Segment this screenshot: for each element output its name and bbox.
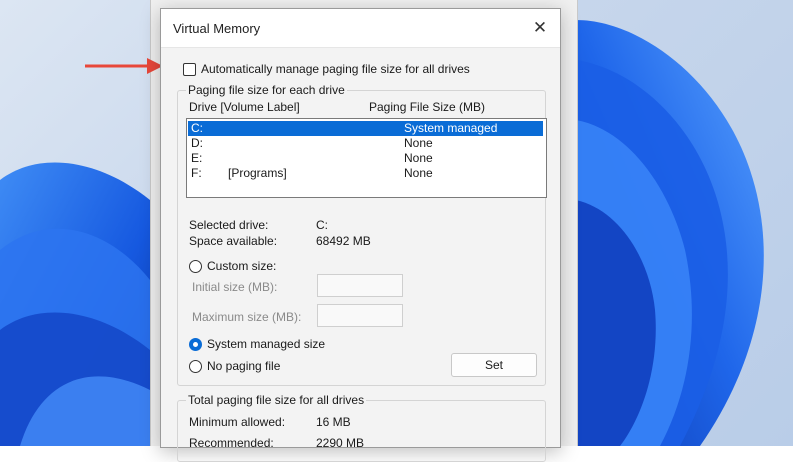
custom-size-label: Custom size:: [207, 259, 277, 273]
drive-paging-size: None: [404, 166, 433, 180]
close-icon[interactable]: ✕: [530, 18, 550, 38]
total-paging-group: Total paging file size for all drives: [177, 393, 546, 462]
drive-volume-label: [Programs]: [228, 166, 287, 180]
space-available-value: 68492 MB: [316, 234, 371, 248]
annotation-arrow-icon: [85, 58, 163, 74]
column-header-drive: Drive [Volume Label]: [189, 100, 300, 114]
custom-size-radio[interactable]: [189, 259, 202, 273]
column-header-size: Paging File Size (MB): [369, 100, 486, 114]
maximum-size-input[interactable]: [317, 304, 403, 327]
no-paging-radio-row[interactable]: No paging file: [189, 359, 280, 373]
drive-letter: D:: [191, 136, 203, 150]
auto-manage-checkbox-row[interactable]: Automatically manage paging file size fo…: [183, 62, 470, 76]
drive-letter: E:: [191, 151, 203, 165]
system-managed-radio-row[interactable]: System managed size: [189, 337, 325, 351]
drive-letter: C:: [191, 121, 203, 135]
auto-manage-checkbox[interactable]: [183, 62, 196, 76]
minimum-allowed-label: Minimum allowed:: [189, 415, 286, 429]
auto-manage-label: Automatically manage paging file size fo…: [201, 62, 470, 76]
drive-paging-size: None: [404, 136, 433, 150]
drive-row[interactable]: D: None: [188, 136, 543, 151]
drive-paging-size: System managed: [404, 121, 498, 135]
space-available-label: Space available:: [189, 234, 278, 248]
recommended-value: 2290 MB: [316, 436, 365, 450]
drive-listbox[interactable]: C: System managed D: None E: None F: [Pr…: [186, 118, 547, 198]
drive-paging-size: None: [404, 151, 433, 165]
title-bar: Virtual Memory ✕: [161, 9, 560, 48]
no-paging-label: No paging file: [207, 359, 281, 373]
minimum-allowed-value: 16 MB: [316, 415, 351, 429]
selected-drive-label: Selected drive:: [189, 218, 269, 232]
drive-row[interactable]: C: System managed: [188, 121, 543, 136]
system-managed-radio[interactable]: [189, 337, 202, 351]
drive-letter: F:: [191, 166, 202, 180]
paging-group-title: Paging file size for each drive: [186, 83, 347, 97]
initial-size-label: Initial size (MB):: [192, 280, 278, 294]
window-title: Virtual Memory: [173, 21, 261, 36]
set-button[interactable]: Set: [451, 353, 537, 377]
maximum-size-label: Maximum size (MB):: [192, 310, 302, 324]
custom-size-radio-row[interactable]: Custom size:: [189, 259, 276, 273]
no-paging-radio[interactable]: [189, 359, 202, 373]
system-managed-label: System managed size: [207, 337, 326, 351]
selected-drive-value: C:: [316, 218, 328, 232]
initial-size-input[interactable]: [317, 274, 403, 297]
drive-row[interactable]: F: [Programs] None: [188, 166, 543, 181]
total-group-title: Total paging file size for all drives: [186, 393, 367, 407]
drive-row[interactable]: E: None: [188, 151, 543, 166]
recommended-label: Recommended:: [189, 436, 274, 450]
